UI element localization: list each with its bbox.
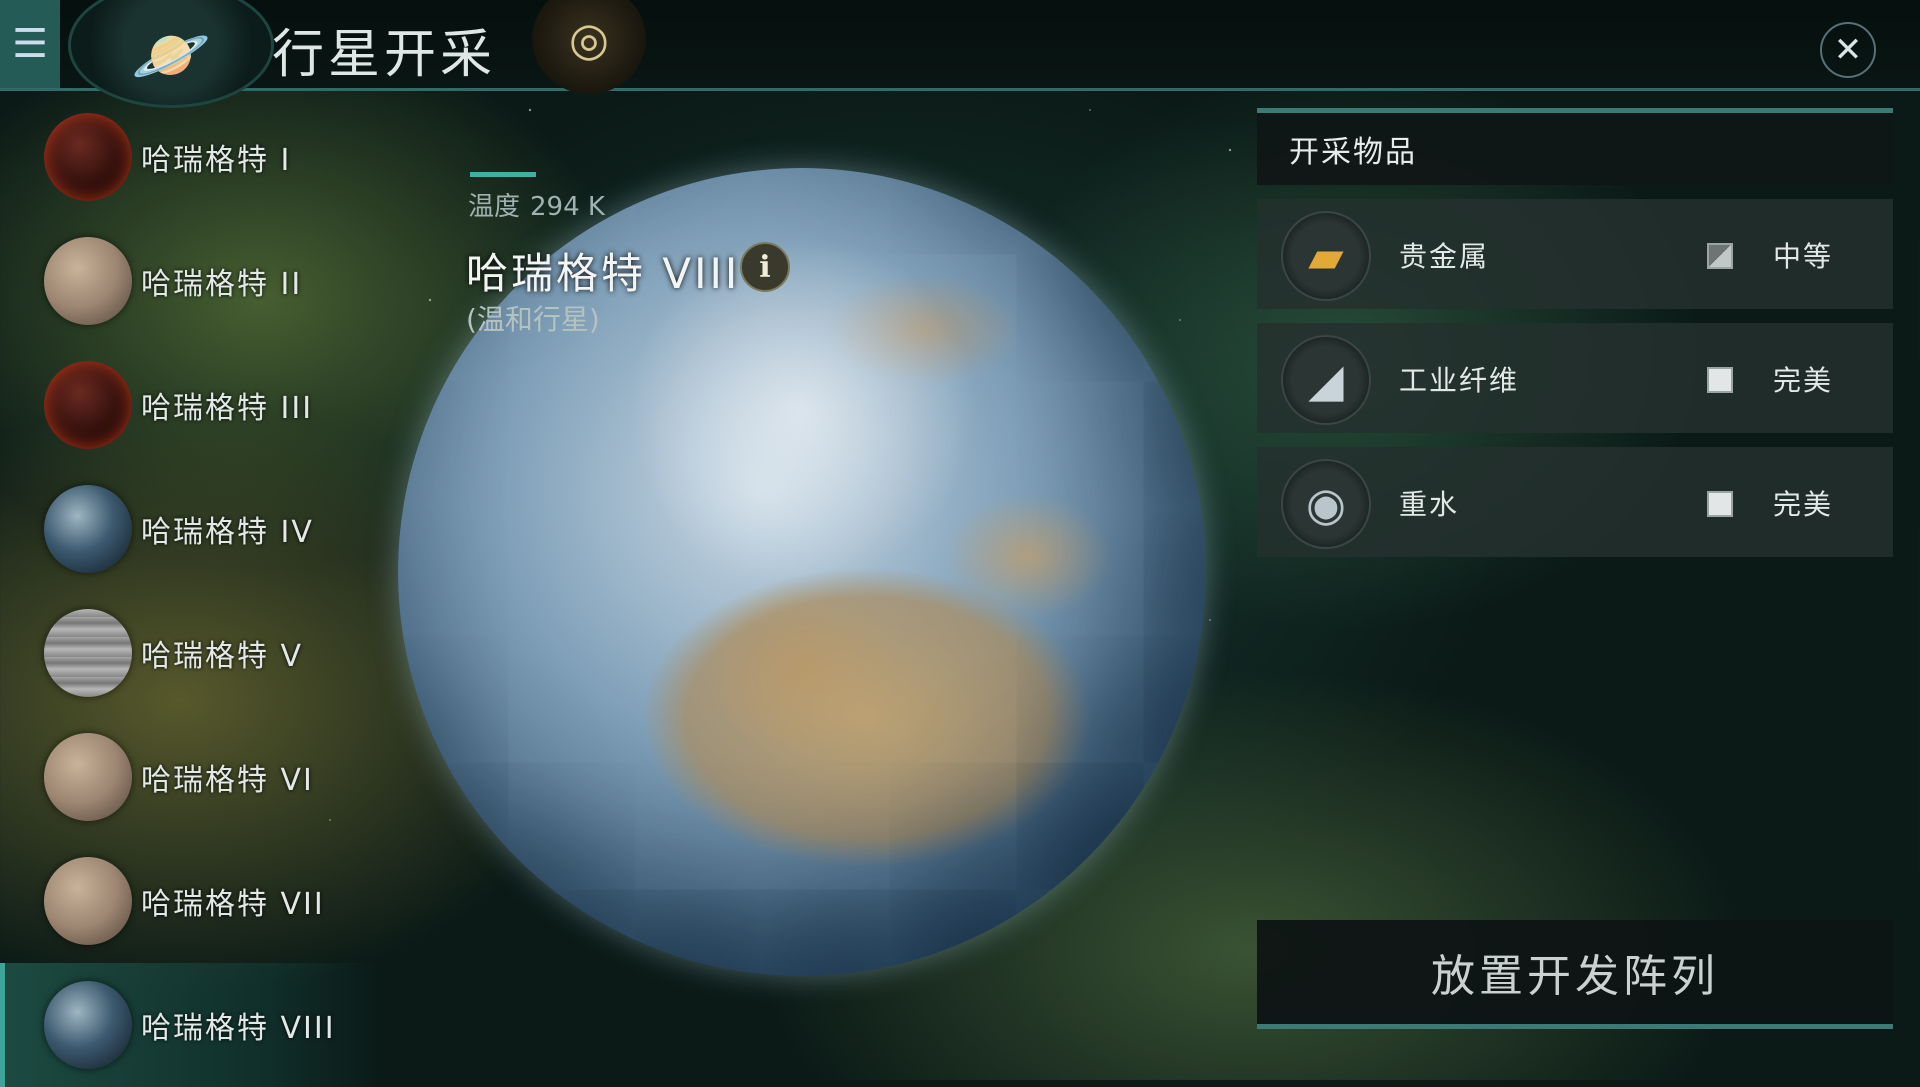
resource-grade: 完美 xyxy=(1773,488,1834,521)
temperature-label: 温度 xyxy=(468,192,521,222)
planet-info-button[interactable]: i xyxy=(740,242,790,292)
resources-panel: 开采物品 ▰ 贵金属 中等 ◢ 工业纤维 完美 ◉ 重水 完美 xyxy=(1257,108,1893,557)
quality-indicator xyxy=(1707,367,1733,393)
planet-icon: 🪐 xyxy=(131,18,211,93)
quality-indicator xyxy=(1707,243,1733,269)
planet-label: 哈瑞格特 V xyxy=(141,639,304,674)
planet-label: 哈瑞格特 I xyxy=(141,143,292,178)
planet-thumbnail xyxy=(44,485,132,573)
planet-thumbnail xyxy=(44,361,132,449)
resource-grade: 完美 xyxy=(1773,364,1834,397)
planet-thumbnail xyxy=(44,733,132,821)
planet-label: 哈瑞格特 II xyxy=(141,267,303,302)
planet-list-item[interactable]: 哈瑞格特 VII xyxy=(0,839,380,963)
page-title: 行星开采 xyxy=(272,25,497,85)
close-button[interactable]: ✕ xyxy=(1820,22,1876,78)
quality-indicator xyxy=(1707,491,1733,517)
planet-thumbnail xyxy=(44,981,132,1069)
close-icon: ✕ xyxy=(1833,30,1863,70)
resource-name: 重水 xyxy=(1399,488,1460,521)
deploy-array-button[interactable]: 放置开发阵列 xyxy=(1257,920,1893,1029)
menu-button[interactable]: ☰ xyxy=(0,0,60,88)
scan-button[interactable]: ◎ xyxy=(532,0,646,94)
resource-row[interactable]: ◉ 重水 完美 xyxy=(1257,447,1893,557)
planet-list-item[interactable]: 哈瑞格特 III xyxy=(0,343,380,467)
planet-thumbnail xyxy=(44,857,132,945)
resource-name: 工业纤维 xyxy=(1399,364,1520,397)
target-icon: ◎ xyxy=(568,12,610,66)
selected-planet-name: 哈瑞格特 VIII xyxy=(466,249,741,298)
gold-bars-icon: ▰ xyxy=(1281,211,1371,301)
selected-planet-type: (温和行星) xyxy=(466,303,600,336)
planet-list-item-selected[interactable]: 哈瑞格特 VIII xyxy=(0,963,380,1087)
resource-row[interactable]: ▰ 贵金属 中等 xyxy=(1257,199,1893,309)
heavy-water-icon: ◉ xyxy=(1281,459,1371,549)
menu-icon: ☰ xyxy=(12,21,48,67)
temperature-readout: 温度 294 K xyxy=(468,186,605,223)
resource-name: 贵金属 xyxy=(1399,240,1490,273)
planet-emblem: 🪐 xyxy=(68,0,274,108)
info-accent-bar xyxy=(470,172,536,177)
planet-list-item[interactable]: 哈瑞格特 V xyxy=(0,591,380,715)
planet-thumbnail xyxy=(44,609,132,697)
resources-panel-title: 开采物品 xyxy=(1257,113,1893,185)
planet-label: 哈瑞格特 VII xyxy=(141,887,325,922)
planet-list-item[interactable]: 哈瑞格特 II xyxy=(0,219,380,343)
planet-label: 哈瑞格特 VI xyxy=(141,763,314,798)
planet-list-item[interactable]: 哈瑞格特 I xyxy=(0,95,380,219)
planet-label: 哈瑞格特 VIII xyxy=(141,1011,336,1046)
planet-thumbnail xyxy=(44,237,132,325)
top-bar: ☰ 🪐 行星开采 ◎ ✕ xyxy=(0,0,1920,108)
planet-thumbnail xyxy=(44,113,132,201)
planet-label: 哈瑞格特 III xyxy=(141,391,314,426)
resource-grade: 中等 xyxy=(1773,240,1834,273)
planet-list-item[interactable]: 哈瑞格特 IV xyxy=(0,467,380,591)
info-icon: i xyxy=(759,249,771,285)
planet-list-item[interactable]: 哈瑞格特 VI xyxy=(0,715,380,839)
planet-label: 哈瑞格特 IV xyxy=(141,515,314,550)
resource-row[interactable]: ◢ 工业纤维 完美 xyxy=(1257,323,1893,433)
fiber-roll-icon: ◢ xyxy=(1281,335,1371,425)
planet-list: 哈瑞格特 I 哈瑞格特 II 哈瑞格特 III 哈瑞格特 IV 哈瑞格特 V 哈… xyxy=(0,95,380,1087)
temperature-value: 294 K xyxy=(530,192,605,222)
